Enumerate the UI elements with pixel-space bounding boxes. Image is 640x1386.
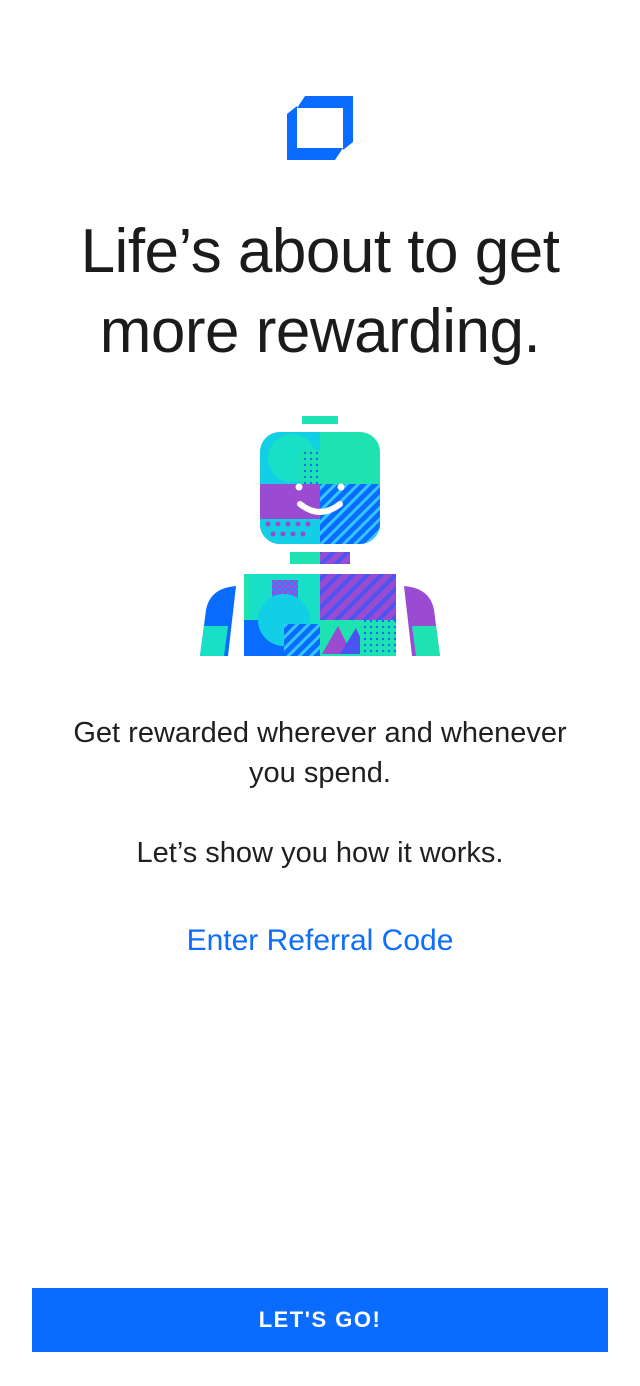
how-it-works-text: Let’s show you how it works. xyxy=(136,837,504,869)
description-line-1: Get rewarded wherever and whenever xyxy=(73,717,567,749)
lets-go-button[interactable]: LET'S GO! xyxy=(32,1288,608,1352)
brand-logo-icon xyxy=(287,96,353,160)
headline-line-2: more rewarding. xyxy=(99,297,541,366)
headline: Life’s about to get more rewarding. xyxy=(0,212,640,372)
description-line-2: you spend. xyxy=(249,757,391,789)
enter-referral-code-link[interactable]: Enter Referral Code xyxy=(0,921,640,961)
description-text: Get rewarded wherever and whenever you s… xyxy=(40,713,600,793)
headline-line-1: Life’s about to get xyxy=(80,217,560,286)
rewards-character-illustration xyxy=(200,414,440,656)
